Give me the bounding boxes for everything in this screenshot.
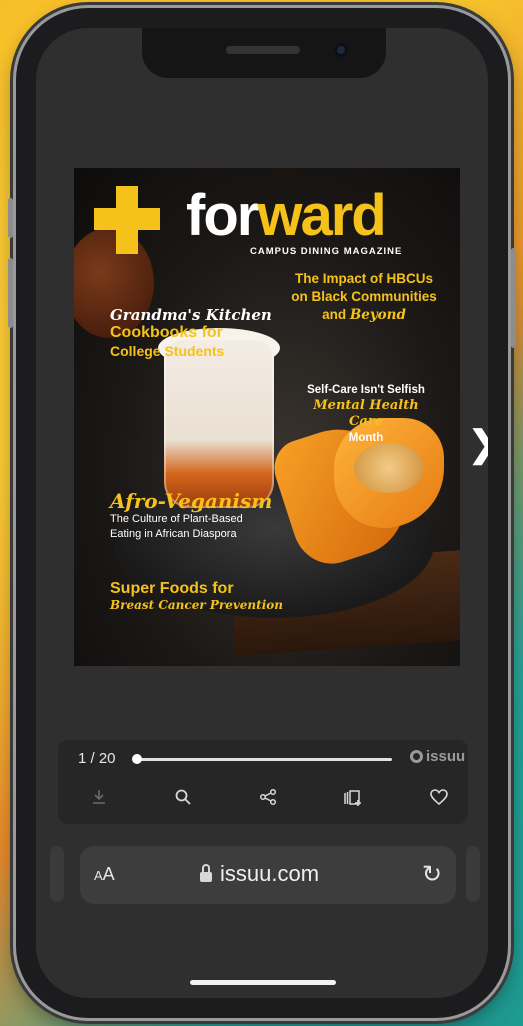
issuu-brand[interactable]: issuu xyxy=(410,748,465,765)
headline-grandma-script: Grandma's Kitchen xyxy=(110,306,272,324)
plus-logo-icon-bar xyxy=(94,208,160,230)
text-size-button[interactable]: AA xyxy=(94,864,115,885)
magazine-masthead: forward xyxy=(186,183,387,248)
drink-glass-image xyxy=(164,338,274,508)
share-icon[interactable] xyxy=(255,788,281,812)
headline-selfcare: Self-Care Isn't Selfish Mental Health Ca… xyxy=(296,382,436,446)
headline-grandma-line1: Cookbooks for xyxy=(110,324,223,341)
headline-veganism-line2: Eating in African Diaspora xyxy=(110,528,237,540)
home-indicator[interactable] xyxy=(190,980,336,985)
headline-hbcus-beyond: Beyond xyxy=(349,307,406,323)
headline-grandma-line2: College Students xyxy=(110,343,225,359)
power-button xyxy=(511,248,516,348)
headline-superfoods-line1: Super Foods for xyxy=(110,580,234,597)
url-display[interactable]: issuu.com xyxy=(200,861,319,887)
headline-veganism-script: Afro-Veganism xyxy=(110,489,273,513)
headline-hbcus-and: and xyxy=(322,307,350,322)
page-progress-slider[interactable] xyxy=(136,758,392,761)
masthead-prefix: for xyxy=(186,183,259,248)
magazine-subtitle: CAMPUS DINING MAGAZINE xyxy=(250,246,403,257)
headline-superfoods: Super Foods for Breast Cancer Prevention xyxy=(110,580,283,612)
headline-veganism: Afro-Veganism The Culture of Plant-Based… xyxy=(110,490,272,542)
masthead-suffix: ward xyxy=(257,183,386,248)
notch xyxy=(142,28,386,78)
headline-grandma: Grandma's Kitchen Cookbooks for College … xyxy=(110,306,272,360)
speaker xyxy=(226,46,300,54)
search-icon[interactable] xyxy=(170,788,196,812)
issuu-brand-label: issuu xyxy=(426,748,466,765)
lock-icon xyxy=(200,864,212,882)
reload-icon[interactable]: ↻ xyxy=(422,860,442,889)
volume-down-button xyxy=(8,258,13,328)
headline-selfcare-script: Mental Health Care xyxy=(313,398,419,429)
next-tab-edge[interactable] xyxy=(466,846,480,902)
volume-up-button xyxy=(8,198,13,238)
phone-screen: forward CAMPUS DINING MAGAZINE The Impac… xyxy=(36,28,488,998)
progress-slider-handle[interactable] xyxy=(132,754,142,764)
headline-hbcus: The Impact of HBCUs on Black Communities… xyxy=(274,270,454,324)
add-to-stack-icon[interactable] xyxy=(340,788,366,812)
headline-selfcare-line1: Self-Care Isn't Selfish xyxy=(307,384,425,396)
text-size-large-a: A xyxy=(102,864,115,884)
camera-icon xyxy=(334,43,348,57)
headline-selfcare-line3: Month xyxy=(348,432,384,444)
download-icon[interactable] xyxy=(86,788,112,812)
next-page-chevron-icon[interactable]: ❯ xyxy=(468,423,488,465)
pumpkin-seeds-image xyxy=(354,443,424,493)
heart-icon[interactable] xyxy=(426,788,452,812)
reader-toolbar: 1 / 20 issuu xyxy=(58,740,468,824)
text-size-small-a: A xyxy=(94,868,103,883)
magazine-cover[interactable]: forward CAMPUS DINING MAGAZINE The Impac… xyxy=(74,168,460,666)
headline-veganism-line1: The Culture of Plant-Based xyxy=(110,513,243,525)
previous-tab-edge[interactable] xyxy=(50,846,64,902)
headline-hbcus-line2: on Black Communities xyxy=(291,289,437,304)
address-bar[interactable]: AA issuu.com ↻ xyxy=(80,846,456,904)
headline-hbcus-line3: and Beyond xyxy=(274,306,454,324)
url-text: issuu.com xyxy=(220,861,320,886)
page-indicator: 1 / 20 xyxy=(78,750,116,767)
headline-hbcus-line1: The Impact of HBCUs xyxy=(294,271,433,286)
headline-superfoods-script: Breast Cancer Prevention xyxy=(110,598,283,612)
issuu-logo-icon xyxy=(410,750,423,763)
